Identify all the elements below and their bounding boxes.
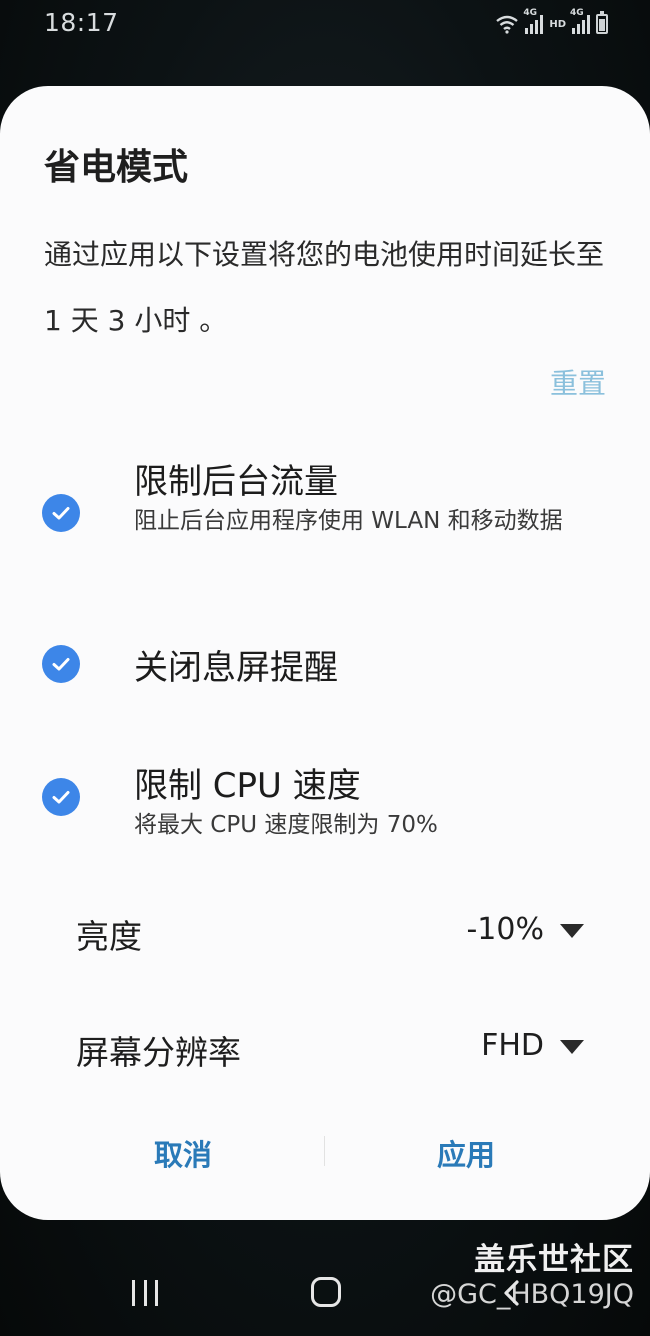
signal-4g-icon: 4G bbox=[570, 8, 590, 34]
dialog-title: 省电模式 bbox=[44, 147, 189, 188]
battery-icon bbox=[596, 11, 608, 34]
reset-button[interactable]: 重置 bbox=[550, 362, 606, 402]
status-time: 18:17 bbox=[44, 8, 119, 37]
wifi-icon bbox=[496, 15, 519, 34]
option-title: 关闭息屏提醒 bbox=[134, 648, 338, 688]
recents-icon[interactable] bbox=[132, 1280, 158, 1306]
status-icons: 4G HD 4G bbox=[495, 8, 608, 34]
signal-4g-icon: 4G bbox=[523, 8, 544, 34]
network-type-label: 4G bbox=[523, 8, 537, 18]
dialog-description: 通过应用以下设置将您的电池使用时间延长至 1 天 3 小时 。 bbox=[44, 238, 605, 337]
resolution-value[interactable]: FHD bbox=[481, 1028, 544, 1063]
back-icon[interactable] bbox=[496, 1276, 530, 1310]
checkbox-checked-icon[interactable] bbox=[42, 645, 80, 683]
hd-icon: HD bbox=[549, 19, 566, 30]
option-title: 限制后台流量 bbox=[134, 462, 338, 502]
power-saving-dialog: 省电模式 通过应用以下设置将您的电池使用时间延长至 1 天 3 小时 。 重置 … bbox=[0, 86, 650, 1220]
apply-button[interactable]: 应用 bbox=[437, 1132, 495, 1174]
option-limit-cpu-speed[interactable]: 限制 CPU 速度 将最大 CPU 速度限制为 70% bbox=[0, 754, 650, 854]
option-subtitle: 将最大 CPU 速度限制为 70% bbox=[134, 812, 438, 838]
dropdown-arrow-icon[interactable] bbox=[560, 1040, 584, 1054]
brightness-value[interactable]: -10% bbox=[466, 912, 544, 947]
button-divider bbox=[324, 1136, 325, 1166]
option-restrict-background-data[interactable]: 限制后台流量 阻止后台应用程序使用 WLAN 和移动数据 bbox=[0, 442, 650, 582]
checkbox-checked-icon[interactable] bbox=[42, 778, 80, 816]
home-icon[interactable] bbox=[311, 1277, 341, 1307]
setting-label: 亮度 bbox=[76, 917, 142, 956]
brightness-setting[interactable]: 亮度 -10% bbox=[0, 902, 650, 962]
cancel-button[interactable]: 取消 bbox=[154, 1132, 212, 1174]
setting-label: 屏幕分辨率 bbox=[76, 1033, 241, 1072]
dropdown-arrow-icon[interactable] bbox=[560, 924, 584, 938]
option-subtitle: 阻止后台应用程序使用 WLAN 和移动数据 bbox=[134, 508, 563, 534]
status-bar: 18:17 4G HD 4G bbox=[0, 0, 650, 46]
checkbox-checked-icon[interactable] bbox=[42, 494, 80, 532]
option-turn-off-always-on-display[interactable]: 关闭息屏提醒 bbox=[0, 626, 650, 696]
option-title: 限制 CPU 速度 bbox=[134, 766, 361, 806]
navigation-bar bbox=[0, 1258, 650, 1336]
screen-resolution-setting[interactable]: 屏幕分辨率 FHD bbox=[0, 1018, 650, 1078]
network-type-label: 4G bbox=[570, 8, 584, 18]
